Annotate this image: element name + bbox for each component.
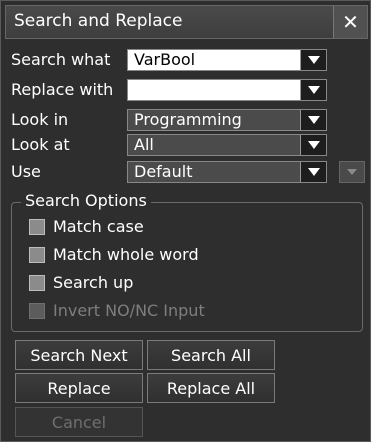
search-up-label: Search up (53, 273, 134, 292)
replace-with-combobox[interactable] (127, 79, 327, 101)
chevron-down-icon (307, 168, 320, 176)
use-dropdown-button[interactable] (300, 162, 326, 182)
chevron-down-icon (307, 141, 320, 149)
checkbox-box (29, 303, 45, 319)
look-at-value: All (134, 135, 154, 154)
search-replace-dialog: Search and Replace ✕ Search what VarBool… (0, 0, 371, 442)
close-button[interactable]: ✕ (333, 6, 367, 38)
checkbox-box[interactable] (29, 247, 45, 263)
use-options-button[interactable] (339, 161, 365, 183)
search-all-button[interactable]: Search All (147, 340, 275, 370)
look-in-select[interactable]: Programming (127, 109, 327, 131)
search-options-title: Search Options (21, 191, 151, 211)
look-at-select[interactable]: All (127, 134, 327, 156)
replace-with-row: Replace with (11, 79, 371, 101)
look-at-label: Look at (11, 135, 70, 154)
search-what-label: Search what (11, 50, 111, 69)
look-in-dropdown-button[interactable] (300, 110, 326, 130)
look-in-row: Look in Programming (11, 109, 371, 131)
use-value: Default (134, 162, 193, 181)
chevron-down-icon (307, 86, 320, 94)
replace-with-dropdown-button[interactable] (300, 80, 326, 100)
cancel-button: Cancel (15, 407, 143, 437)
use-select[interactable]: Default (127, 161, 327, 183)
chevron-down-icon (307, 116, 320, 124)
look-in-value: Programming (134, 110, 242, 129)
use-row: Use Default (11, 161, 371, 183)
replace-with-label: Replace with (11, 80, 114, 99)
checkbox-box[interactable] (29, 219, 45, 235)
checkbox-box[interactable] (29, 275, 45, 291)
close-icon: ✕ (342, 10, 359, 34)
look-at-dropdown-button[interactable] (300, 135, 326, 155)
invert-no-nc-input-label: Invert NO/NC Input (53, 301, 205, 320)
look-at-row: Look at All (11, 134, 371, 156)
replace-all-button[interactable]: Replace All (147, 373, 275, 403)
match-case-label: Match case (53, 217, 144, 236)
dialog-title: Search and Replace (14, 11, 183, 31)
look-in-label: Look in (11, 110, 69, 129)
use-label: Use (11, 162, 41, 181)
search-what-input[interactable]: VarBool (134, 50, 195, 70)
search-next-button[interactable]: Search Next (15, 340, 143, 370)
title-bar[interactable]: Search and Replace ✕ (5, 5, 368, 39)
replace-button[interactable]: Replace (15, 373, 143, 403)
search-what-row: Search what VarBool (11, 49, 371, 71)
search-what-dropdown-button[interactable] (300, 50, 326, 70)
chevron-down-icon (347, 169, 357, 175)
match-whole-word-label: Match whole word (53, 245, 199, 264)
chevron-down-icon (307, 56, 320, 64)
search-what-combobox[interactable]: VarBool (127, 49, 327, 71)
